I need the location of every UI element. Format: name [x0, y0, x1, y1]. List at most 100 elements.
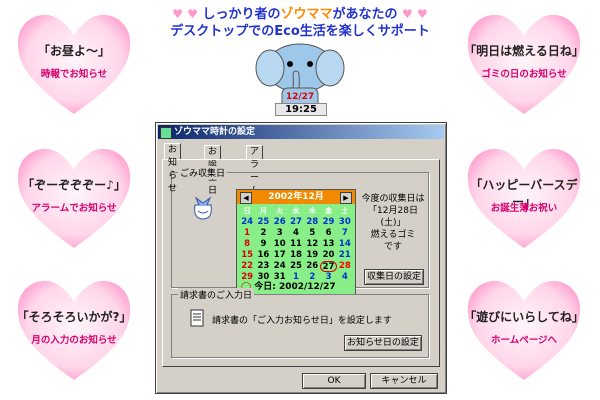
- calendar-day[interactable]: 25: [288, 261, 304, 272]
- weekday-label: 水: [292, 207, 300, 215]
- garbage-group-label: ごみ収集日: [178, 166, 228, 179]
- collection-day-button[interactable]: 収集日の設定: [364, 269, 424, 285]
- headline-text-1a: しっかり者の: [202, 7, 281, 22]
- calendar-day[interactable]: 9: [255, 239, 271, 250]
- info-line-1: 今度の収集日は: [361, 194, 425, 204]
- tab-notifications[interactable]: お知らせ: [164, 143, 182, 194]
- calendar-day[interactable]: 30: [337, 217, 353, 228]
- calendar-day[interactable]: 22: [239, 261, 255, 272]
- calendar-day[interactable]: 15: [239, 250, 255, 261]
- weekday-label: 金: [325, 207, 333, 215]
- heart-card-0[interactable]: 「お昼よ～」 時報でお知らせ: [14, 6, 134, 118]
- calendar-day[interactable]: 16: [255, 250, 271, 261]
- calendar-day[interactable]: 26: [272, 217, 288, 228]
- invoice-group-label: 請求書のご入力日: [178, 288, 255, 301]
- calendar-day[interactable]: 24: [239, 217, 255, 228]
- calendar-day[interactable]: 6: [320, 228, 336, 239]
- calendar: ◀ 2002年12月 ▶ 日月火水木金土 24 25 26 27 28 29 30 1 2 3 4 5 6…: [236, 189, 356, 295]
- calendar-day[interactable]: 27: [320, 261, 337, 272]
- headline-text-1b: があなたの: [332, 7, 398, 22]
- ok-button[interactable]: OK: [302, 373, 366, 389]
- calendar-day[interactable]: 10: [272, 239, 288, 250]
- prev-month-button[interactable]: ◀: [240, 192, 252, 204]
- calendar-day[interactable]: 12: [304, 239, 320, 250]
- calendar-day[interactable]: 20: [320, 250, 336, 261]
- calendar-day[interactable]: 26: [304, 261, 320, 272]
- heart-icon: ♥ ♥: [172, 7, 198, 21]
- calendar-day[interactable]: 19: [304, 250, 320, 261]
- info-line-4: です: [383, 242, 402, 252]
- heart-subtitle: お誕生薄お祝い: [490, 203, 558, 214]
- heart-shape-icon: [17, 280, 131, 380]
- window-titlebar[interactable]: ゾウママ時計の設定: [158, 125, 444, 139]
- headline-line-1: ♥ ♥ しっかり者のゾウママがあなたの ♥ ♥: [140, 6, 460, 23]
- calendar-day[interactable]: 21: [337, 250, 353, 261]
- heart-card-2[interactable]: 「ぞーぞぞぞー♪」 アラームでお知らせ: [14, 140, 134, 252]
- heart-subtitle: 時報でお知らせ: [40, 69, 108, 80]
- settings-window: ゾウママ時計の設定 お知らせ お誕生日 アラーム ごみ収集日 ◀ 2002年12…: [155, 122, 447, 394]
- clock-date: 12/27: [285, 92, 315, 102]
- document-icon: [190, 309, 204, 327]
- tab-birthday[interactable]: お誕生日: [204, 145, 222, 196]
- calendar-day[interactable]: 3: [272, 228, 288, 239]
- app-icon: [160, 127, 172, 139]
- weekday-label: 月: [259, 207, 267, 215]
- calendar-day[interactable]: 7: [337, 228, 353, 239]
- calendar-day[interactable]: 18: [288, 250, 304, 261]
- heart-shape-icon: [17, 148, 131, 248]
- heart-title: 「遊びにいらしてね」: [464, 310, 584, 324]
- heart-card-5[interactable]: 「遊びにいらしてね」 ホームページへ: [464, 272, 584, 384]
- calendar-day[interactable]: 28: [304, 217, 320, 228]
- heart-subtitle: ホームページへ: [490, 335, 558, 346]
- heart-shape-icon: [467, 14, 581, 114]
- heart-icon: ♥ ♥: [402, 7, 428, 21]
- info-line-3: 燃えるゴミ: [370, 230, 416, 240]
- weekday-label: 木: [308, 207, 316, 215]
- calendar-day[interactable]: 27: [288, 217, 304, 228]
- calendar-day[interactable]: 25: [255, 217, 271, 228]
- heart-card-1[interactable]: 「明日は燃える日ね」 ゴミの日のお知らせ: [464, 6, 584, 118]
- info-line-2: 「12月28日(土)」: [368, 206, 418, 228]
- calendar-day[interactable]: 8: [239, 239, 255, 250]
- tab-panel: ごみ収集日 ◀ 2002年12月 ▶ 日月火水木金土 24 25 26 27 28 29 30…: [162, 159, 440, 367]
- heart-title: 「ぞーぞぞぞー♪」: [22, 178, 126, 192]
- window-title: ゾウママ時計の設定: [174, 127, 256, 137]
- calendar-day[interactable]: 29: [320, 217, 336, 228]
- calendar-grid: 日月火水木金土 24 25 26 27 28 29 30 1 2 3 4 5 6 7 8 9 10 11 12 13 14…: [239, 206, 353, 283]
- calendar-day[interactable]: 4: [288, 228, 304, 239]
- next-month-button[interactable]: ▶: [340, 192, 352, 204]
- calendar-day[interactable]: 1: [239, 228, 255, 239]
- garbage-bag-icon: [194, 196, 212, 220]
- headline: ♥ ♥ しっかり者のゾウママがあなたの ♥ ♥ デスクトップでのEco生活を楽し…: [140, 6, 460, 40]
- calendar-day[interactable]: 4: [337, 272, 353, 283]
- heart-card-4[interactable]: 「そろそろいかが?」 月の入力のお知らせ: [14, 272, 134, 384]
- today-label: ◯ 今日: 2002/12/27: [241, 279, 336, 292]
- invoice-text: 請求書の「ご入力お知らせ日」を設定します: [212, 316, 392, 326]
- heart-shape-icon: [467, 280, 581, 380]
- calendar-day[interactable]: 2: [255, 228, 271, 239]
- heart-subtitle: アラームでお知らせ: [31, 203, 117, 214]
- calendar-day[interactable]: 23: [255, 261, 271, 272]
- heart-subtitle: 月の入力のお知らせ: [31, 335, 117, 346]
- calendar-header: ◀ 2002年12月 ▶: [237, 190, 355, 204]
- cancel-button[interactable]: キャンセル: [370, 373, 438, 389]
- heart-title: 「明日は燃える日ね」: [464, 44, 584, 58]
- calendar-day[interactable]: 17: [272, 250, 288, 261]
- headline-accent: ゾウママ: [280, 7, 333, 22]
- heart-shape-icon: [17, 14, 131, 114]
- weekday-label: 土: [341, 207, 349, 215]
- calendar-day[interactable]: 5: [304, 228, 320, 239]
- calendar-day[interactable]: 24: [272, 261, 288, 272]
- calendar-day[interactable]: 28: [337, 261, 353, 272]
- heart-subtitle: ゴミの日のお知らせ: [481, 69, 567, 80]
- next-collection-info: 今度の収集日は 「12月28日(土)」 燃えるゴミ です: [360, 193, 426, 253]
- today-text: 今日: 2002/12/27: [254, 282, 336, 292]
- invoice-group: 請求書のご入力日 請求書の「ご入力お知らせ日」を設定します お知らせ日の設定: [171, 288, 429, 358]
- calendar-day[interactable]: 11: [288, 239, 304, 250]
- heart-title: 「そろそろいかが?」: [16, 310, 132, 324]
- calendar-day[interactable]: 13: [320, 239, 336, 250]
- notify-day-button[interactable]: お知らせ日の設定: [344, 335, 422, 351]
- heart-card-3[interactable]: 「ハッピーバースデー」 お誕生薄お祝い: [464, 140, 584, 252]
- tab-alarm[interactable]: アラーム: [246, 145, 264, 196]
- calendar-day[interactable]: 14: [337, 239, 353, 250]
